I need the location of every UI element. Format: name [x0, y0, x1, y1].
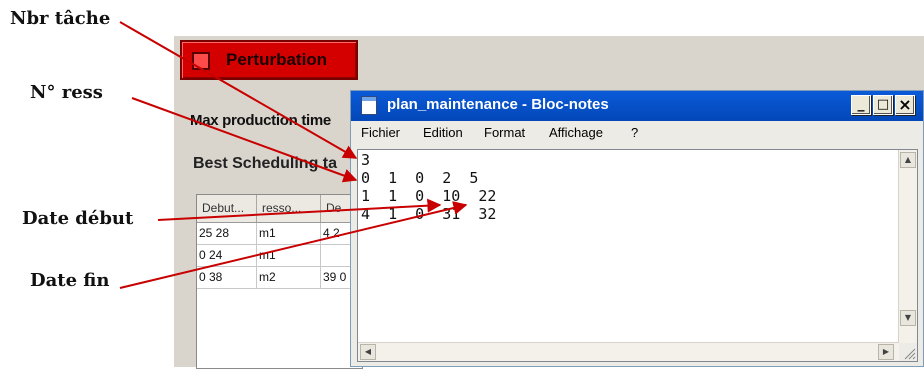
menu-fichier[interactable]: Fichier [361, 125, 400, 140]
notepad-icon [361, 96, 377, 115]
resize-grip-lines [904, 348, 916, 360]
menu-format[interactable]: Format [484, 125, 525, 140]
table-header: Debut... resso... De [197, 195, 362, 223]
perturbation-button-label: Perturbation [226, 50, 328, 69]
annotation-nbr-tache: Nbr tâche [10, 8, 111, 29]
text-line: 4 1 0 31 32 [361, 205, 497, 223]
notepad-titlebar[interactable]: plan_maintenance - Bloc-notes _ □ × [351, 91, 923, 121]
scroll-down-arrow-icon[interactable]: ▼ [900, 310, 916, 326]
annotation-date-debut: Date début [22, 208, 134, 229]
best-scheduling-label: Best Scheduling ta [193, 155, 338, 172]
resize-grip-icon[interactable] [899, 343, 917, 361]
max-production-time-label: Max production time [190, 112, 331, 129]
column-header-ressource[interactable]: resso... [257, 195, 321, 222]
table-row[interactable]: 0 24 m1 [197, 245, 362, 267]
minimize-button[interactable]: _ [851, 95, 871, 115]
vertical-scrollbar[interactable]: ▲ ▼ [898, 150, 917, 361]
menu-help[interactable]: ? [631, 125, 638, 140]
notepad-window: plan_maintenance - Bloc-notes _ □ × Fich… [350, 90, 924, 367]
minimize-icon: _ [857, 96, 865, 112]
table-row[interactable]: 25 28 m1 4 2 [197, 223, 362, 245]
horizontal-scrollbar[interactable]: ◀ ▶ [358, 342, 899, 361]
notepad-menubar: Fichier Edition Format Affichage ? [351, 122, 923, 144]
close-icon: × [898, 95, 912, 114]
notepad-title: plan_maintenance - Bloc-notes [387, 96, 609, 113]
table-cell: 0 24 [197, 245, 257, 266]
text-line: 3 [361, 151, 371, 169]
stop-icon [192, 52, 210, 70]
annotation-n-ress: N° ress [30, 82, 103, 103]
close-button[interactable]: × [895, 95, 915, 115]
table-cell: m1 [257, 223, 321, 244]
notepad-content: 30 1 0 2 51 1 0 10 22 4 1 0 31 32 [361, 151, 496, 223]
text-line: 1 1 0 10 22 [361, 187, 497, 205]
scroll-up-arrow-icon[interactable]: ▲ [900, 152, 916, 168]
maximize-button[interactable]: □ [873, 95, 893, 115]
table-cell: m1 [257, 245, 321, 266]
table-cell: 0 38 [197, 267, 257, 288]
scroll-right-arrow-icon[interactable]: ▶ [878, 344, 894, 360]
scheduling-table: Debut... resso... De 25 28 m1 4 2 0 24 m… [196, 194, 363, 369]
column-header-debut[interactable]: Debut... [197, 195, 257, 222]
text-line: 0 1 0 2 5 [361, 169, 479, 187]
menu-edition[interactable]: Edition [423, 125, 463, 140]
table-row[interactable]: 0 38 m2 39 0 [197, 267, 362, 289]
perturbation-button[interactable]: Perturbation [180, 40, 358, 80]
scroll-left-arrow-icon[interactable]: ◀ [360, 344, 376, 360]
menu-affichage[interactable]: Affichage [549, 125, 603, 140]
maximize-icon: □ [876, 97, 890, 112]
table-cell: 25 28 [197, 223, 257, 244]
table-cell: m2 [257, 267, 321, 288]
notepad-text-area[interactable]: 30 1 0 2 51 1 0 10 22 4 1 0 31 32 ▲ ▼ ◀ ▶ [357, 149, 918, 362]
annotation-date-fin: Date fin [30, 270, 110, 291]
